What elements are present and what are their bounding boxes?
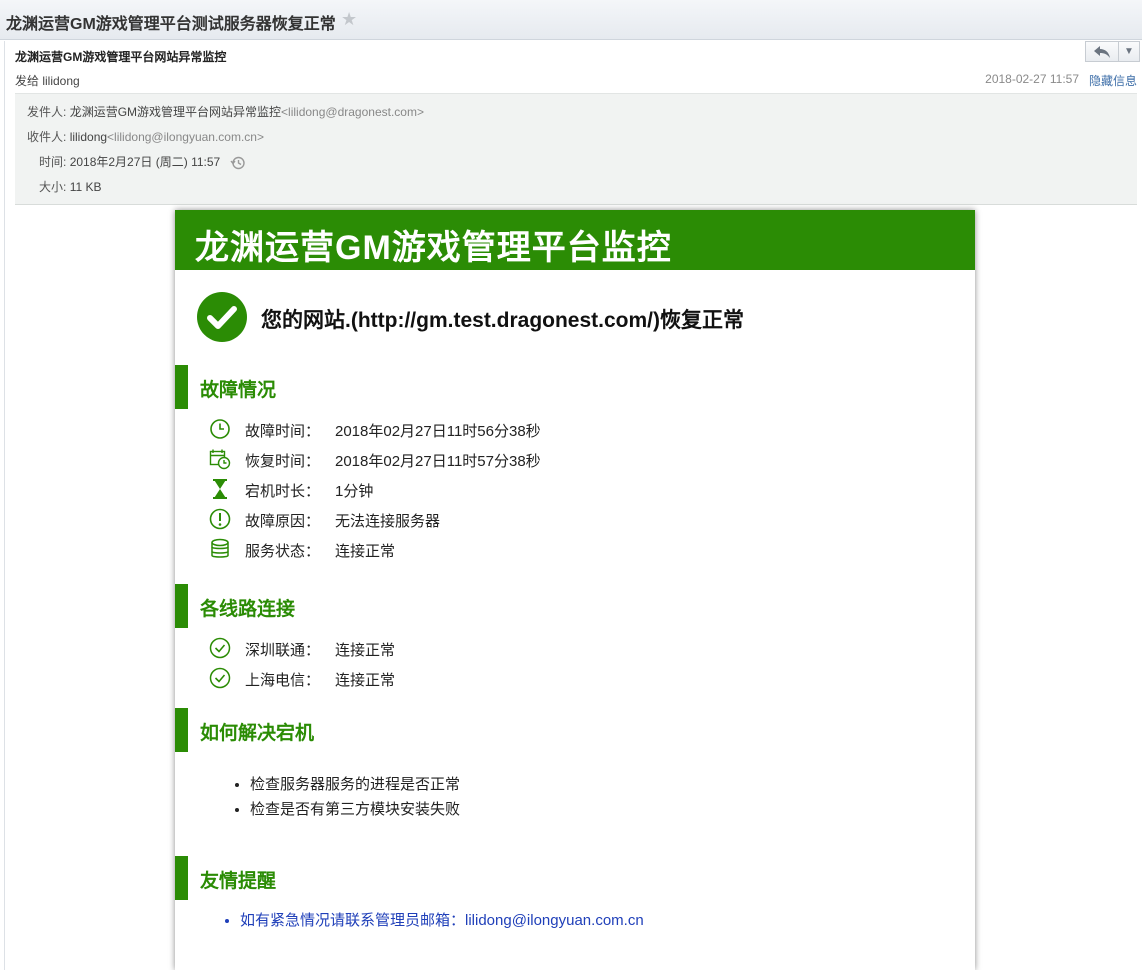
to-address[interactable]: <lilidong@ilongyuan.com.cn> (107, 130, 264, 144)
section-marker (175, 365, 188, 409)
list-item: 检查服务器服务的进程是否正常 (250, 772, 460, 797)
section-marker (175, 584, 188, 628)
line-key: 深圳联通： (245, 642, 321, 659)
to-name[interactable]: lilidong (70, 130, 107, 144)
section-title: 各线路连接 (200, 599, 296, 620)
size-value: 11 KB (69, 180, 102, 194)
recipient-line: 发给 lilidong (15, 74, 80, 88)
fault-key: 故障原因： (245, 513, 321, 530)
calendar-clock-icon (209, 449, 231, 470)
to-row: 收件人: lilidong<lilidong@ilongyuan.com.cn> (27, 128, 264, 146)
from-address[interactable]: <lilidong@dragonest.com> (281, 105, 424, 119)
check-circle-icon (209, 637, 231, 659)
reply-button-group: ▼ (1085, 41, 1140, 62)
size-row: 大小: 11 KB (39, 178, 102, 196)
fault-key: 恢复时间： (245, 453, 321, 470)
fault-key: 故障时间： (245, 423, 321, 440)
section-title: 如何解决宕机 (200, 723, 315, 744)
line-key: 上海电信： (245, 672, 321, 689)
fault-value: 2018年02月27日11时57分38秒 (335, 453, 541, 470)
email-body-card: 龙渊运营GM游戏管理平台监控 您的网站.(http://gm.test.drag… (175, 210, 975, 970)
exclamation-icon (209, 508, 231, 530)
line-value: 连接正常 (335, 642, 396, 659)
chevron-down-icon: ▼ (1124, 46, 1134, 57)
to-label: 收件人: (27, 130, 67, 144)
section-marker (175, 856, 188, 900)
history-icon[interactable] (230, 155, 246, 171)
star-icon[interactable]: ★ (341, 9, 357, 30)
fault-value: 无法连接服务器 (335, 513, 441, 530)
time-value: 2018年2月27日 (周二) 11:57 (69, 155, 221, 169)
details-panel: 发件人: 龙渊运营GM游戏管理平台网站异常监控<lilidong@dragone… (15, 93, 1137, 205)
reminder-list: 如有紧急情况请联系管理员邮箱：lilidong@ilongyuan.com.cn (220, 909, 644, 933)
fault-value: 1分钟 (335, 483, 374, 500)
time-label: 时间: (39, 155, 67, 169)
email-subject: 龙渊运营GM游戏管理平台测试服务器恢复正常 (6, 16, 336, 33)
hide-details-link[interactable]: 隐藏信息 (1089, 72, 1137, 89)
sender-name: 龙渊运营GM游戏管理平台网站异常监控 (15, 50, 227, 64)
from-name[interactable]: 龙渊运营GM游戏管理平台网站异常监控 (70, 105, 281, 119)
list-item: 检查是否有第三方模块安装失败 (250, 797, 460, 822)
clock-icon (210, 419, 230, 439)
admin-email-link[interactable]: 如有紧急情况请联系管理员邮箱：lilidong@ilongyuan.com.cn (240, 909, 644, 933)
time-row: 时间: 2018年2月27日 (周二) 11:57 (39, 153, 246, 171)
section-title: 友情提醒 (200, 871, 277, 892)
fault-value: 2018年02月27日11时56分38秒 (335, 423, 541, 440)
more-actions-button[interactable]: ▼ (1119, 42, 1139, 61)
section-title: 故障情况 (200, 380, 277, 401)
fault-value: 连接正常 (335, 543, 396, 560)
from-label: 发件人: (27, 105, 67, 119)
status-message: 您的网站.(http://gm.test.dragonest.com/)恢复正常 (261, 309, 744, 332)
section-marker (175, 708, 188, 752)
message-date: 2018-02-27 11:57 (985, 72, 1079, 86)
solve-list: 检查服务器服务的进程是否正常 检查是否有第三方模块安装失败 (230, 772, 460, 822)
check-circle-icon (209, 667, 231, 689)
fault-key: 服务状态： (245, 543, 321, 560)
banner-title: 龙渊运营GM游戏管理平台监控 (195, 229, 672, 267)
reply-icon (1094, 46, 1110, 58)
fault-key: 宕机时长： (245, 483, 321, 500)
subject-bar: 龙渊运营GM游戏管理平台测试服务器恢复正常 ★ (0, 0, 1142, 40)
monitor-banner: 龙渊运营GM游戏管理平台监控 (175, 210, 975, 270)
from-row: 发件人: 龙渊运营GM游戏管理平台网站异常监控<lilidong@dragone… (27, 103, 424, 121)
check-circle-icon (197, 292, 247, 342)
database-icon (211, 538, 229, 558)
size-label: 大小: (39, 180, 67, 194)
hourglass-icon (213, 479, 227, 499)
reply-button[interactable] (1086, 42, 1119, 61)
line-value: 连接正常 (335, 672, 396, 689)
